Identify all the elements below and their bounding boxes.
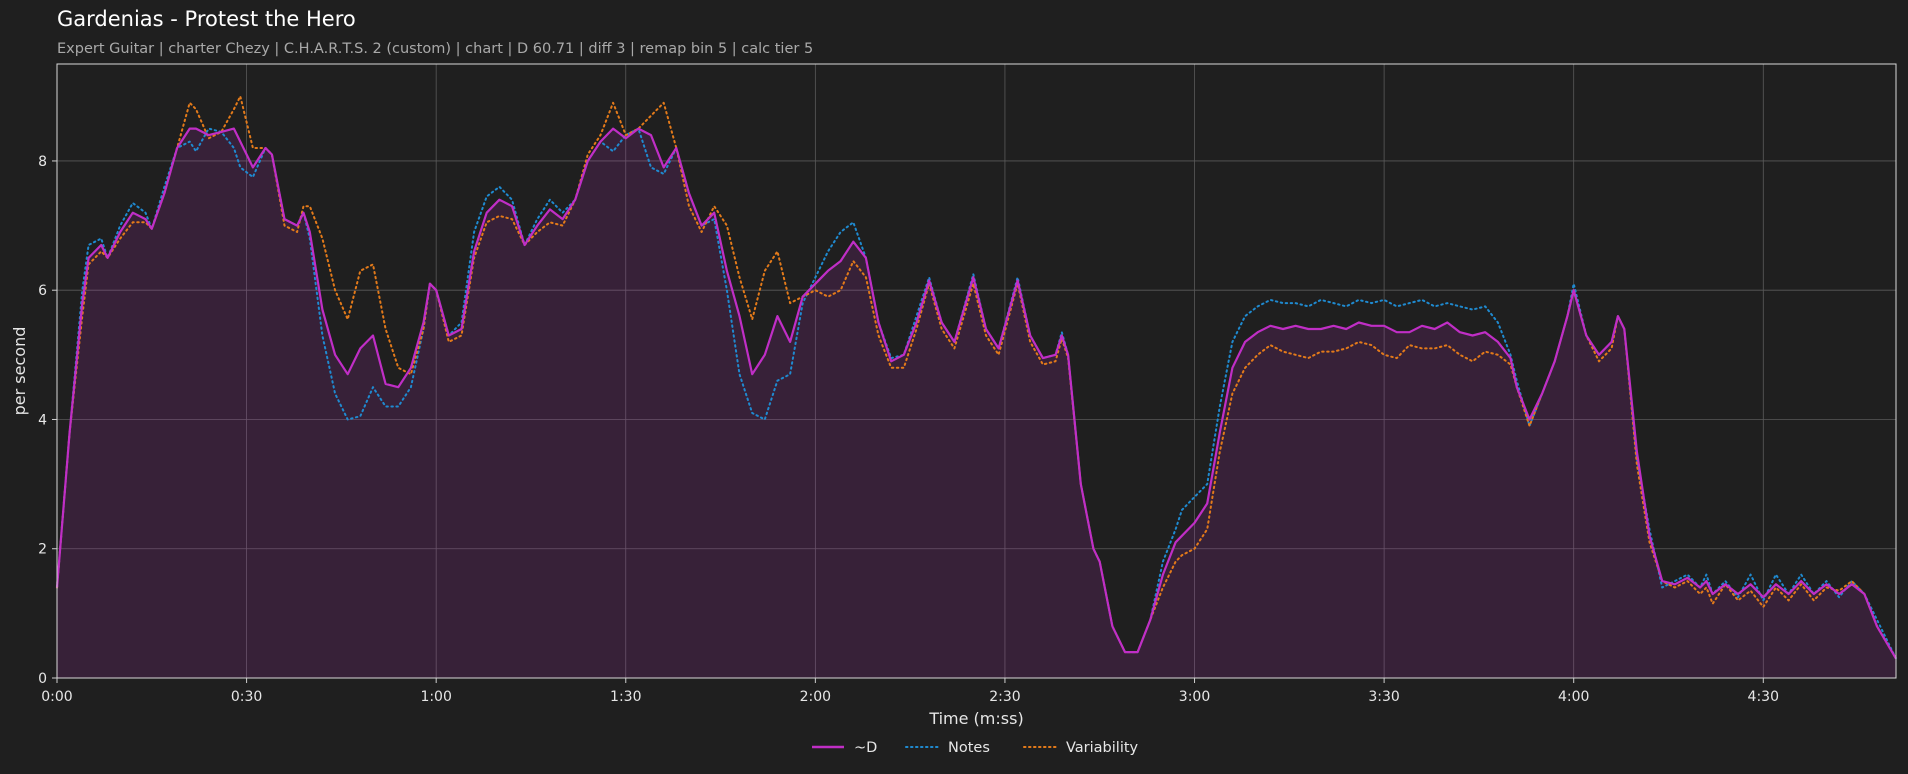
y-tick-label: 8 [38, 154, 47, 170]
x-tick-label: 2:00 [800, 689, 831, 705]
x-tick-label: 4:00 [1558, 689, 1589, 705]
x-tick-label: 3:30 [1368, 689, 1399, 705]
y-tick-label: 2 [38, 542, 47, 558]
line-chart: 0:00 0:30 1:00 1:30 2:00 2:30 3:00 3:30 4:00 4:30… [10, 63, 1897, 756]
x-tick-label: 3:00 [1179, 689, 1210, 705]
area-layer [57, 128, 1896, 679]
y-axis-label: per second [10, 327, 29, 416]
y-tick-label: 4 [38, 412, 47, 428]
x-tick-label: 2:30 [989, 689, 1020, 705]
x-tick-label: 0:30 [231, 689, 262, 705]
y-tick-label: 6 [38, 283, 47, 299]
x-tick-label: 0:00 [41, 689, 72, 705]
x-tick-label: 1:30 [610, 689, 641, 705]
x-tick-label: 4:30 [1748, 689, 1779, 705]
legend-label-notes: Notes [948, 740, 990, 756]
y-tick-label: 0 [38, 671, 47, 687]
legend-label-variability: Variability [1066, 740, 1139, 756]
x-tick-label: 1:00 [420, 689, 451, 705]
legend-label-d: ~D [854, 740, 877, 756]
series-area-d [57, 128, 1896, 679]
x-axis-label: Time (m:ss) [928, 709, 1023, 728]
legend: ~D Notes Variability [812, 740, 1139, 756]
